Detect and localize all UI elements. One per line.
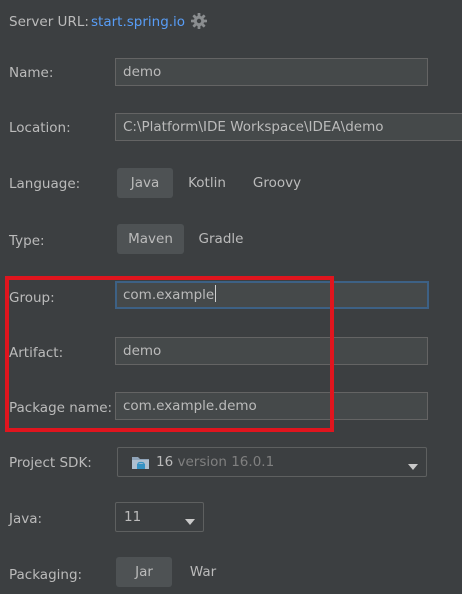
artifact-field[interactable]: demo xyxy=(115,337,428,365)
package-name-label: Package name: xyxy=(9,400,113,416)
packaging-option-jar[interactable]: Jar xyxy=(116,557,172,587)
group-label: Group: xyxy=(9,290,55,306)
location-field[interactable]: C:\Platform\IDE Workspace\IDEA\demo xyxy=(115,113,462,141)
location-label: Location: xyxy=(9,120,71,136)
name-field[interactable]: demo xyxy=(115,58,428,86)
package-name-value: com.example.demo xyxy=(123,398,257,414)
chevron-down-icon xyxy=(185,514,195,525)
language-option-kotlin[interactable]: Kotlin xyxy=(180,168,234,198)
name-value: demo xyxy=(123,64,162,80)
group-field[interactable]: com.example xyxy=(115,281,429,309)
type-option-gradle[interactable]: Gradle xyxy=(190,224,252,254)
artifact-value: demo xyxy=(123,343,162,359)
artifact-label: Artifact: xyxy=(9,345,64,361)
packaging-label: Packaging: xyxy=(9,567,83,583)
language-option-java[interactable]: Java xyxy=(117,168,173,198)
sdk-version-major: 16 xyxy=(156,454,174,470)
java-label: Java: xyxy=(9,511,43,527)
packaging-option-war[interactable]: War xyxy=(180,557,226,587)
type-label: Type: xyxy=(9,233,45,249)
server-url-link[interactable]: start.spring.io xyxy=(91,13,185,31)
project-sdk-dropdown[interactable]: 16 version 16.0.1 xyxy=(117,447,427,477)
name-label: Name: xyxy=(9,65,54,81)
chevron-down-icon xyxy=(408,459,418,470)
java-version-dropdown[interactable]: 11 xyxy=(115,502,204,532)
java-version-value: 11 xyxy=(124,509,142,525)
language-option-groovy[interactable]: Groovy xyxy=(246,168,308,198)
new-project-dialog: Server URL: start.spring.io Name: demo L… xyxy=(0,0,462,594)
package-name-field[interactable]: com.example.demo xyxy=(115,392,428,420)
sdk-version-detail: version 16.0.1 xyxy=(177,454,275,470)
type-option-maven[interactable]: Maven xyxy=(117,224,184,254)
server-url-label: Server URL: xyxy=(9,14,89,30)
text-caret xyxy=(215,285,217,302)
gear-icon[interactable] xyxy=(190,12,208,30)
folder-icon xyxy=(131,454,151,471)
language-label: Language: xyxy=(9,176,81,192)
group-value: com.example xyxy=(123,287,215,303)
project-sdk-label: Project SDK: xyxy=(9,455,92,471)
location-value: C:\Platform\IDE Workspace\IDEA\demo xyxy=(123,119,384,135)
